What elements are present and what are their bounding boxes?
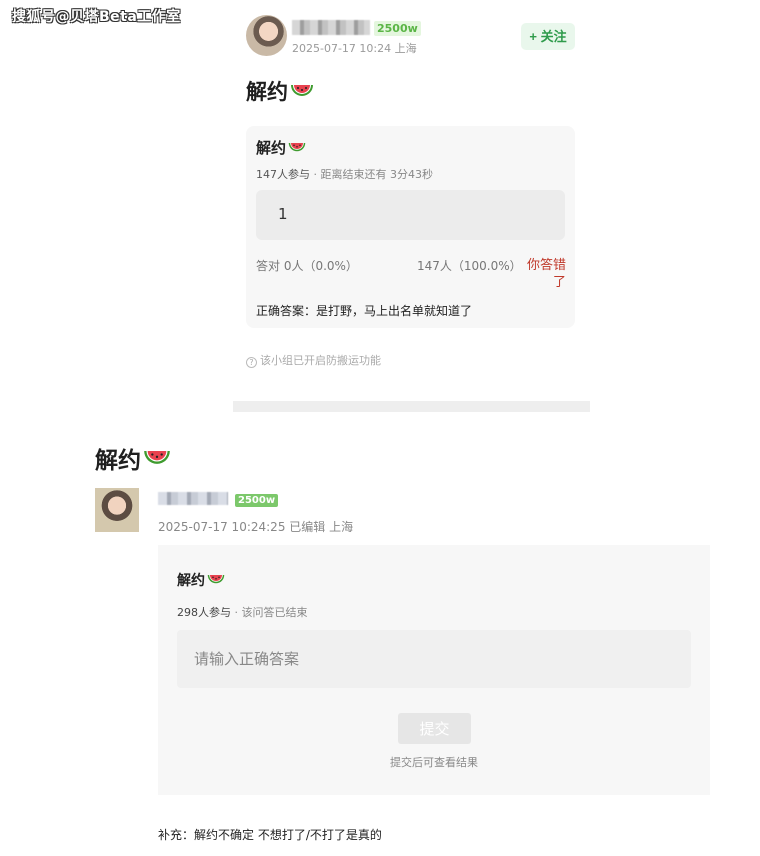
quiz-title-text: 解约 xyxy=(177,573,205,589)
watermelon-icon xyxy=(144,451,170,464)
watermelon-icon xyxy=(288,143,306,152)
anti-copy-notice: ? 该小组已开启防搬运功能 xyxy=(246,352,381,368)
submit-hint: 提交后可查看结果 xyxy=(390,756,478,769)
avatar[interactable] xyxy=(246,15,287,56)
section-divider xyxy=(233,401,590,412)
correct-stat: 答对 0人（0.0%） xyxy=(256,259,358,273)
supplement-note: 补充：解约不确定 不想打了/不打了是真的 xyxy=(158,828,382,842)
quiz-title-text: 解约 xyxy=(256,139,287,157)
correct-answer: 正确答案：是打野，马上出名单就知道了 xyxy=(256,304,473,318)
quiz-card: 解约 147人参与 · 距离结束还有 3分43秒 1 答对 0人（0.0%） 1… xyxy=(246,126,575,328)
answer-stat: 147人（100.0%） xyxy=(417,259,522,273)
post-title: 解约 xyxy=(246,76,314,106)
countdown: · 距离结束还有 3分43秒 xyxy=(310,168,433,181)
post-title: 解约 xyxy=(95,441,171,475)
question-circle-icon: ? xyxy=(246,357,257,368)
fans-badge: 2500w xyxy=(374,21,421,36)
post-title-text: 解约 xyxy=(95,448,141,474)
fans-badge: 2500w xyxy=(235,494,279,507)
participant-count: 298人参与 xyxy=(177,606,231,619)
blurred-username[interactable] xyxy=(292,20,370,35)
quiz-title: 解约 xyxy=(177,570,225,590)
option-text: 1 xyxy=(278,205,288,223)
submit-button[interactable]: 提交 xyxy=(398,713,471,744)
watermelon-icon xyxy=(207,575,225,584)
post-meta: 2025-07-17 10:24:25 已编辑 上海 xyxy=(158,520,354,534)
quiz-title: 解约 xyxy=(256,137,306,158)
blurred-username[interactable] xyxy=(158,492,228,505)
follow-button[interactable]: + 关注 xyxy=(521,23,575,50)
wrong-label: 你答错了 xyxy=(526,258,566,290)
quiz-meta: 147人参与 · 距离结束还有 3分43秒 xyxy=(256,166,433,182)
quiz-status: · 该问答已结束 xyxy=(231,606,308,619)
watermelon-icon xyxy=(291,85,313,96)
post-meta: 2025-07-17 10:24 上海 xyxy=(292,42,417,55)
quiz-meta: 298人参与 · 该问答已结束 xyxy=(177,604,308,620)
watermark: 搜狐号@贝塔Beta工作室 xyxy=(12,9,181,25)
avatar[interactable] xyxy=(95,488,139,532)
post-title-text: 解约 xyxy=(246,80,288,104)
quiz-card: 解约 298人参与 · 该问答已结束 提交 提交后可查看结果 xyxy=(158,545,710,795)
answer-input[interactable] xyxy=(177,630,691,688)
participant-count: 147人参与 xyxy=(256,168,310,181)
anti-copy-text: 该小组已开启防搬运功能 xyxy=(260,354,381,367)
answer-option[interactable]: 1 xyxy=(256,190,565,240)
